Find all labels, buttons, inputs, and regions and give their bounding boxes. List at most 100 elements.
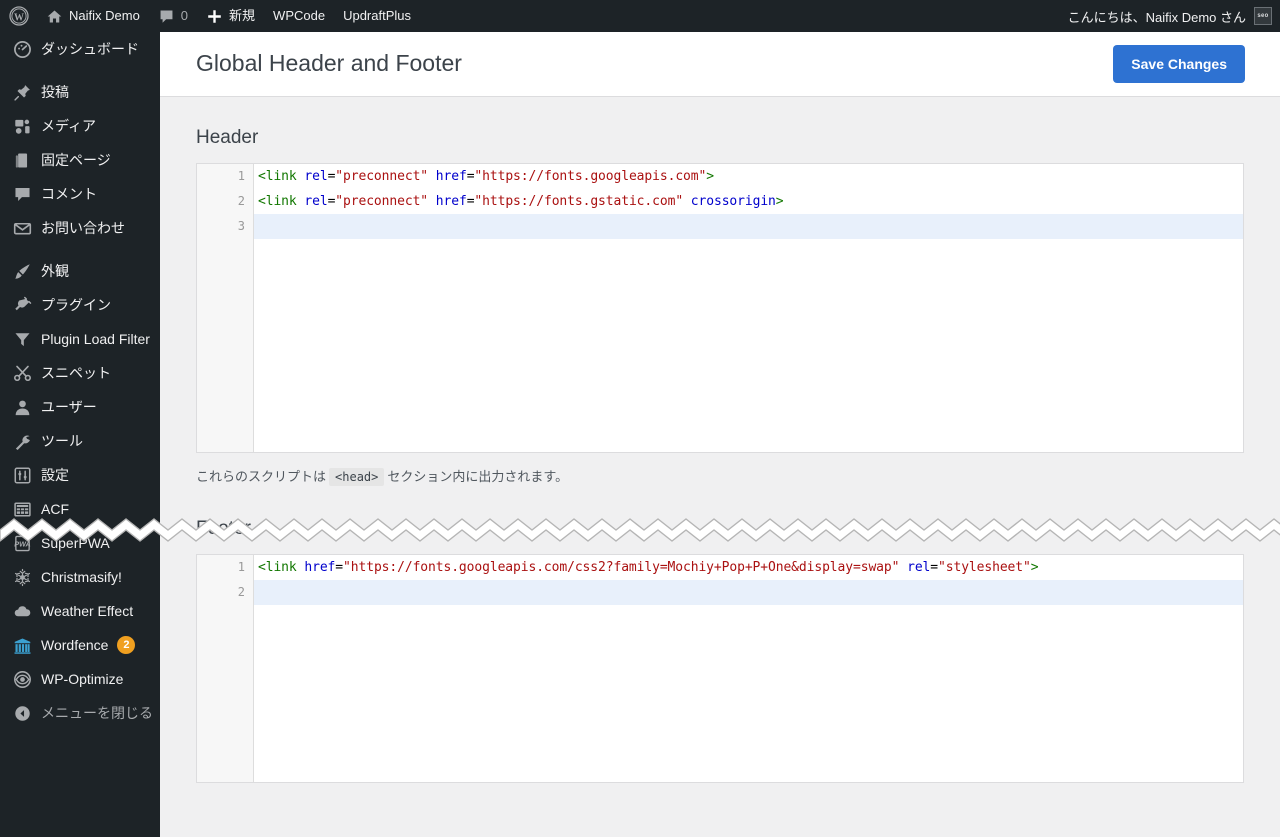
line-number: 2 bbox=[197, 579, 254, 605]
sidebar-item-wp-optimize[interactable]: WP-Optimize bbox=[0, 662, 160, 696]
sidebar-item-[interactable]: 外観 bbox=[0, 254, 160, 288]
sidebar-item-[interactable]: 設定 bbox=[0, 458, 160, 492]
wordfence-icon bbox=[12, 635, 32, 655]
snowflake-icon bbox=[12, 567, 32, 587]
sidebar-item-label: WP-Optimize bbox=[41, 671, 124, 687]
header-section-title: Header bbox=[196, 127, 259, 148]
funnel-filter-icon bbox=[12, 329, 32, 349]
sidebar-item-label: 設定 bbox=[41, 467, 69, 483]
sidebar-item-[interactable]: 投稿 bbox=[0, 75, 160, 109]
page-title: Global Header and Footer bbox=[196, 50, 462, 77]
sidebar-item-christmasify[interactable]: Christmasify! bbox=[0, 560, 160, 594]
code-line-content[interactable]: <link rel="preconnect" href="https://fon… bbox=[254, 189, 1243, 214]
code-token-attr: rel bbox=[304, 169, 328, 184]
footer-editor-empty-area[interactable] bbox=[197, 604, 1243, 782]
header-hint-before: これらのスクリプトは bbox=[196, 469, 327, 484]
code-token-attr: href bbox=[304, 559, 336, 575]
code-token-str: "https://fonts.gstatic.com" bbox=[474, 194, 684, 209]
code-token-tag: > bbox=[1030, 559, 1039, 575]
sidebar-item-[interactable]: ツール bbox=[0, 424, 160, 458]
sidebar-item-label: Plugin Load Filter bbox=[41, 331, 150, 347]
sidebar-item-label: SuperPWA bbox=[41, 535, 110, 551]
line-number: 1 bbox=[197, 164, 254, 189]
sidebar-item-label: ダッシュボード bbox=[41, 41, 139, 57]
header-hint-after: セクション内に出力されます。 bbox=[387, 469, 569, 484]
code-token-tag: <link bbox=[258, 169, 297, 184]
main-content: Global Header and Footer Save Changes He… bbox=[160, 32, 1280, 837]
code-token-str: "preconnect" bbox=[335, 169, 429, 184]
header-section: Header 1 <link rel="preconnect" href="htt… bbox=[160, 97, 1280, 488]
account-menu[interactable]: こんにちは、Naifix Demo さん seo bbox=[1068, 0, 1280, 32]
wpcode-button[interactable]: WPCode bbox=[264, 0, 334, 32]
plugin-plug-icon bbox=[12, 295, 32, 315]
code-token-attr: href bbox=[435, 169, 467, 184]
code-token-tag: > bbox=[706, 169, 714, 184]
new-content-label: 新規 bbox=[229, 8, 256, 23]
code-token-str: "https://fonts.googleapis.com" bbox=[474, 169, 707, 184]
svg-text:W: W bbox=[14, 12, 24, 23]
sidebar-item-[interactable]: 固定ページ bbox=[0, 143, 160, 177]
sliders-settings-icon bbox=[12, 465, 32, 485]
site-name-button[interactable]: Naifix Demo bbox=[37, 0, 149, 32]
sidebar-item-weather-effect[interactable]: Weather Effect bbox=[0, 594, 160, 628]
footer-gutter-filler bbox=[197, 604, 254, 782]
home-icon bbox=[46, 8, 63, 25]
footer-code-lines: 1 <link href="https://fonts.googleapis.co… bbox=[197, 554, 1243, 605]
code-token-attr: rel bbox=[304, 194, 328, 209]
code-token-attr: rel bbox=[907, 559, 931, 575]
sidebar-item-[interactable]: お問い合わせ bbox=[0, 211, 160, 245]
sidebar-item-label: 固定ページ bbox=[41, 152, 111, 168]
save-changes-button[interactable]: Save Changes bbox=[1113, 45, 1245, 83]
new-content-button[interactable]: 新規 bbox=[197, 0, 264, 32]
sidebar-item-badge: 2 bbox=[117, 636, 136, 654]
header-code-editor[interactable]: 1 <link rel="preconnect" href="https://fo… bbox=[196, 163, 1244, 453]
sidebar-item-[interactable]: プラグイン bbox=[0, 288, 160, 322]
updraftplus-button[interactable]: UpdraftPlus bbox=[334, 0, 420, 32]
code-line[interactable]: 3 bbox=[197, 214, 1243, 239]
code-line-content[interactable] bbox=[254, 579, 1243, 605]
code-line-content[interactable]: <link href="https://fonts.googleapis.com… bbox=[254, 555, 1243, 580]
sidebar-item-wordfence[interactable]: Wordfence 2 bbox=[0, 628, 160, 662]
sidebar-item-superpwa[interactable]: PWA SuperPWA bbox=[0, 526, 160, 560]
line-number: 2 bbox=[197, 189, 254, 214]
header-gutter-filler bbox=[197, 239, 254, 452]
code-line[interactable]: 2 <link rel="preconnect" href="https://fo… bbox=[197, 189, 1243, 214]
admin-bar-spacer bbox=[420, 0, 1068, 32]
sidebar-item-label: 外観 bbox=[41, 263, 69, 279]
user-icon bbox=[12, 397, 32, 417]
appearance-brush-icon bbox=[12, 261, 32, 281]
code-line-content[interactable] bbox=[254, 214, 1243, 239]
footer-section: Footer 1 <link href="https://fonts.google… bbox=[160, 488, 1280, 783]
footer-code-editor[interactable]: 1 <link href="https://fonts.googleapis.co… bbox=[196, 553, 1244, 783]
avatar: seo bbox=[1254, 7, 1272, 25]
sidebar-item-[interactable]: メディア bbox=[0, 109, 160, 143]
sidebar-item-acf[interactable]: ACF bbox=[0, 492, 160, 526]
dashboard-icon bbox=[12, 39, 32, 59]
code-token-tag: > bbox=[775, 194, 784, 209]
sidebar-item-[interactable]: ダッシュボード bbox=[0, 32, 160, 66]
comment-icon bbox=[12, 184, 32, 204]
sidebar-item-[interactable]: メニューを閉じる bbox=[0, 696, 160, 730]
sidebar-item-[interactable]: ユーザー bbox=[0, 390, 160, 424]
sidebar-item-label: Weather Effect bbox=[41, 603, 134, 619]
footer-code-filler bbox=[254, 605, 1243, 782]
sidebar-separator bbox=[0, 66, 160, 75]
code-line[interactable]: 1 <link href="https://fonts.googleapis.co… bbox=[197, 554, 1243, 580]
sidebar-item-plugin-load-filter[interactable]: Plugin Load Filter bbox=[0, 322, 160, 356]
code-line[interactable]: 1 <link rel="preconnect" href="https://fo… bbox=[197, 164, 1243, 189]
updraftplus-label: UpdraftPlus bbox=[343, 8, 411, 23]
sidebar-item-label: ツール bbox=[41, 433, 83, 449]
comments-button[interactable]: 0 bbox=[149, 0, 197, 32]
header-hint-text: これらのスクリプトは <head> セクション内に出力されます。 bbox=[196, 453, 1244, 488]
code-line-content[interactable]: <link rel="preconnect" href="https://fon… bbox=[254, 164, 1243, 189]
code-line[interactable]: 2 bbox=[197, 579, 1243, 605]
wordpress-logo-button[interactable]: W bbox=[0, 0, 37, 32]
sidebar-item-[interactable]: スニペット bbox=[0, 356, 160, 390]
collapse-arrow-icon bbox=[12, 703, 32, 723]
sidebar-item-label: 投稿 bbox=[41, 84, 69, 100]
header-editor-empty-area[interactable] bbox=[197, 239, 1243, 452]
sidebar-item-[interactable]: コメント bbox=[0, 177, 160, 211]
superpwa-icon: PWA bbox=[12, 533, 32, 553]
